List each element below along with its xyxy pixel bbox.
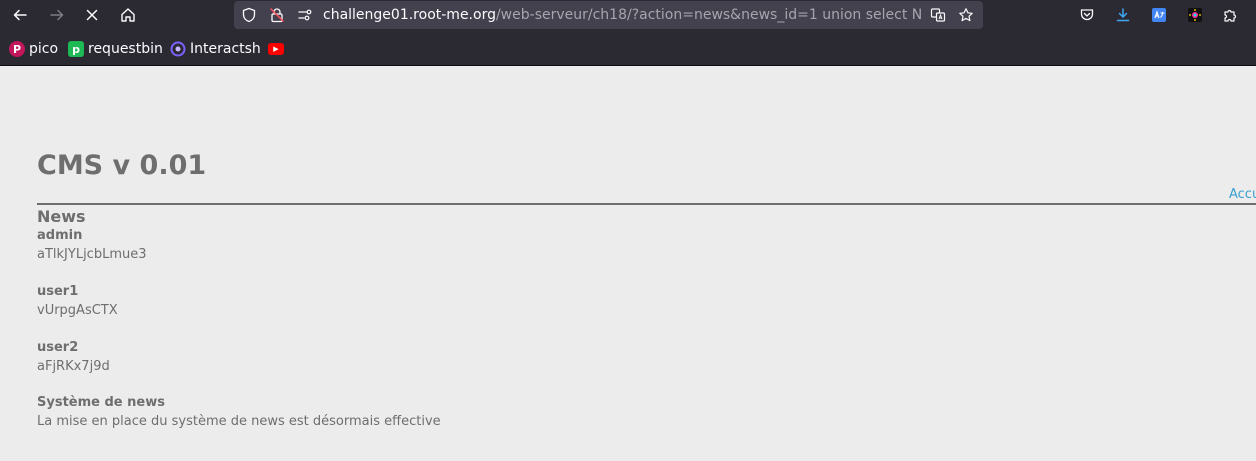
- pocket-button[interactable]: [1077, 5, 1097, 25]
- interactsh-icon: [170, 41, 186, 57]
- news-item: Système de news La mise en place du syst…: [37, 394, 441, 431]
- insecure-lock-icon[interactable]: [269, 7, 285, 23]
- news-item: admin aTlkJYLjcbLmue3: [37, 227, 147, 264]
- url-host: challenge01.root-me.org: [323, 7, 496, 23]
- bookmark-requestbin[interactable]: p requestbin: [68, 40, 163, 58]
- news-section-title: News: [37, 207, 86, 226]
- pocket-icon: [1080, 9, 1094, 21]
- home-icon: [121, 8, 135, 22]
- home-button[interactable]: [116, 3, 140, 27]
- bookmark-label: pico: [29, 41, 59, 57]
- browser-toolbar: challenge01.root-me.org/web-serveur/ch18…: [0, 0, 1256, 30]
- web-page: CMS v 0.01 Accu News admin aTlkJYLjcbLmu…: [0, 66, 1256, 461]
- arrow-left-icon: [13, 9, 27, 21]
- news-item: user1 vUrpgAsCTX: [37, 283, 118, 320]
- translate-extension-icon: [1152, 8, 1166, 22]
- news-body: vUrpgAsCTX: [37, 303, 118, 318]
- colorful-extension-button[interactable]: [1185, 5, 1205, 25]
- header-divider: [37, 203, 1256, 205]
- bookmarks-toolbar: P pico p requestbin Interactsh ▶: [0, 30, 1256, 66]
- url-text[interactable]: challenge01.root-me.org/web-serveur/ch18…: [323, 6, 923, 24]
- news-item: user2 aFjRKx7j9d: [37, 339, 110, 376]
- bookmark-star-icon[interactable]: [958, 7, 974, 23]
- extensions-button[interactable]: [1220, 5, 1240, 25]
- site-title: CMS v 0.01: [37, 150, 207, 181]
- news-title: user2: [37, 340, 79, 355]
- bookmark-label: Interactsh: [190, 41, 261, 57]
- back-button[interactable]: [8, 3, 32, 27]
- bookmark-youtube[interactable]: ▶: [268, 40, 284, 58]
- news-title: admin: [37, 228, 83, 243]
- bookmark-interactsh[interactable]: Interactsh: [170, 40, 261, 58]
- news-title: Système de news: [37, 395, 165, 410]
- url-bar[interactable]: challenge01.root-me.org/web-serveur/ch18…: [234, 1, 983, 29]
- translate-icon[interactable]: [930, 7, 946, 23]
- url-path: /web-serveur/ch18/?action=news&news_id=1…: [495, 7, 923, 23]
- home-nav-link[interactable]: Accu: [1229, 187, 1256, 203]
- stop-button[interactable]: [80, 3, 104, 27]
- bookmark-label: requestbin: [88, 41, 163, 57]
- news-body: aTlkJYLjcbLmue3: [37, 247, 147, 262]
- forward-button[interactable]: [45, 3, 69, 27]
- arrow-right-icon: [50, 9, 64, 21]
- downloads-button[interactable]: [1113, 5, 1133, 25]
- tracking-protection-icon[interactable]: [241, 7, 257, 23]
- puzzle-icon: [1224, 9, 1237, 22]
- requestbin-icon: p: [68, 41, 84, 57]
- permissions-icon[interactable]: [297, 7, 313, 23]
- youtube-icon: ▶: [268, 43, 284, 55]
- news-title: user1: [37, 284, 79, 299]
- extension-app-icon: [1188, 8, 1202, 22]
- news-body: La mise en place du système de news est …: [37, 414, 441, 429]
- picoctf-icon: P: [9, 41, 25, 57]
- translate-extension-button[interactable]: [1149, 5, 1169, 25]
- download-icon: [1116, 8, 1130, 22]
- news-body: aFjRKx7j9d: [37, 359, 110, 374]
- bookmark-pico[interactable]: P pico: [9, 40, 58, 58]
- close-icon: [86, 9, 98, 21]
